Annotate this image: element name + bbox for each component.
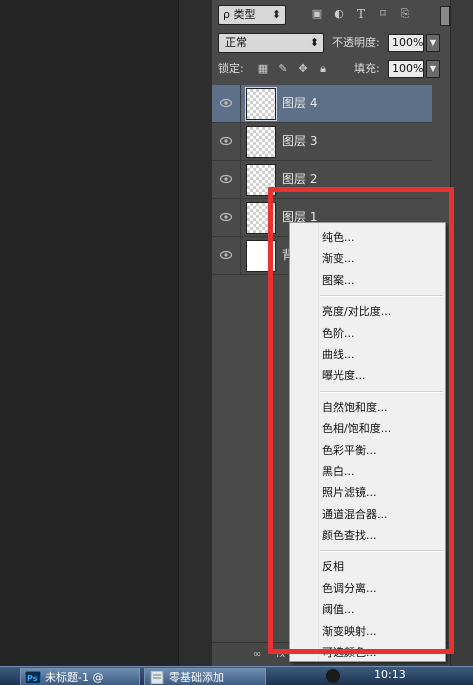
menu-group-fill: 纯色... 渐变... 图案... — [290, 227, 445, 291]
eye-icon — [220, 212, 232, 222]
layer-row[interactable]: 图层 3 — [212, 123, 432, 161]
smart-object-filter-icon[interactable]: ⎘ — [398, 7, 412, 21]
shape-filter-icon[interactable]: ⌑ — [376, 7, 390, 21]
menu-item-brightness-contrast[interactable]: 亮度/对比度... — [290, 301, 445, 322]
menu-item-black-white[interactable]: 黑白... — [290, 461, 445, 482]
lock-position-icon[interactable]: ✥ — [296, 62, 310, 76]
image-filter-icon[interactable]: ▣ — [310, 7, 324, 21]
menu-item-invert[interactable]: 反相 — [290, 556, 445, 577]
menu-item-selective-color[interactable]: 可选颜色... — [290, 642, 445, 663]
menu-item-color-lookup[interactable]: 颜色查找... — [290, 525, 445, 546]
updown-arrow-icon: ⬍ — [309, 36, 319, 49]
document-canvas[interactable] — [0, 0, 178, 666]
eye-icon — [220, 136, 232, 146]
menu-item-curves[interactable]: 曲线... — [290, 344, 445, 365]
menu-group-special: 反相 色调分离... 阈值... 渐变映射... 可选颜色... — [290, 556, 445, 663]
filter-kind-label: ρ 类型 — [223, 8, 256, 21]
panel-dock-divider — [178, 0, 213, 666]
opacity-dropdown-button[interactable]: ▼ — [426, 34, 440, 52]
visibility-toggle[interactable] — [212, 85, 241, 122]
menu-item-threshold[interactable]: 阈值... — [290, 599, 445, 620]
blend-row: 正常 ⬍ 不透明度: 100% ▼ — [218, 32, 448, 54]
menu-group-color: 自然饱和度... 色相/饱和度... 色彩平衡... 黑白... 照片滤镜...… — [290, 397, 445, 547]
layer-thumbnail — [246, 202, 276, 234]
eye-icon — [220, 174, 232, 184]
document-icon — [150, 671, 164, 684]
menu-item-hue-saturation[interactable]: 色相/饱和度... — [290, 418, 445, 439]
fx-icon[interactable]: fx — [274, 648, 288, 662]
menu-item-photo-filter[interactable]: 照片滤镜... — [290, 482, 445, 503]
menu-item-channel-mixer[interactable]: 通道混合器... — [290, 504, 445, 525]
panel-collapse-strip — [450, 0, 473, 666]
visibility-toggle[interactable] — [212, 237, 241, 274]
visibility-toggle[interactable] — [212, 199, 241, 236]
lock-label: 锁定: — [218, 62, 244, 75]
menu-item-pattern[interactable]: 图案... — [290, 270, 445, 291]
taskbar-button-label: 未标题-1 @ — [45, 671, 104, 684]
layer-name: 图层 3 — [282, 134, 318, 148]
visibility-toggle[interactable] — [212, 161, 241, 198]
layer-row[interactable]: 图层 2 — [212, 161, 432, 199]
fill-dropdown-button[interactable]: ▼ — [426, 60, 440, 78]
svg-text:Ps: Ps — [27, 674, 38, 683]
blend-mode-select[interactable]: 正常 ⬍ — [218, 33, 324, 53]
lock-transparent-icon[interactable]: ▦ — [256, 62, 270, 76]
link-layers-icon[interactable]: ∞ — [250, 648, 264, 662]
menu-separator — [320, 550, 443, 553]
eye-icon — [220, 250, 232, 260]
layer-thumbnail — [246, 164, 276, 196]
lock-row: 锁定: ▦ ✎ ✥ 🔒︎ 填充: 100% ▼ — [218, 58, 448, 80]
layer-row[interactable]: 图层 4 — [212, 85, 432, 123]
layer-thumbnail — [246, 88, 276, 120]
filter-toggle-switch[interactable] — [440, 6, 450, 26]
menu-separator — [320, 295, 443, 298]
menu-item-posterize[interactable]: 色调分离... — [290, 578, 445, 599]
filter-kind-select[interactable]: ρ 类型 ⬍ — [218, 5, 286, 25]
fill-input[interactable]: 100% — [388, 60, 424, 78]
fill-label: 填充: — [354, 62, 380, 75]
layer-name: 图层 2 — [282, 172, 318, 186]
menu-item-color-balance[interactable]: 色彩平衡... — [290, 440, 445, 461]
menu-item-solid-color[interactable]: 纯色... — [290, 227, 445, 248]
menu-item-exposure[interactable]: 曝光度... — [290, 365, 445, 386]
opacity-input[interactable]: 100% — [388, 34, 424, 52]
menu-item-levels[interactable]: 色阶... — [290, 323, 445, 344]
type-filter-icon[interactable]: T — [354, 7, 368, 21]
menu-group-tone: 亮度/对比度... 色阶... 曲线... 曝光度... — [290, 301, 445, 387]
eye-icon — [220, 98, 232, 108]
lock-all-icon[interactable]: 🔒︎ — [316, 62, 330, 76]
system-tray: 10:13 — [316, 667, 473, 685]
menu-item-vibrance[interactable]: 自然饱和度... — [290, 397, 445, 418]
layer-thumbnail — [246, 126, 276, 158]
layer-name: 图层 4 — [282, 96, 318, 110]
layer-thumbnail — [246, 240, 276, 272]
visibility-toggle[interactable] — [212, 123, 241, 160]
blend-mode-value: 正常 — [225, 36, 247, 49]
adjustment-layer-menu: 纯色... 渐变... 图案... 亮度/对比度... 色阶... 曲线... … — [289, 222, 446, 662]
menu-separator — [320, 390, 443, 393]
updown-arrow-icon: ⬍ — [271, 8, 281, 21]
lock-brush-icon[interactable]: ✎ — [276, 62, 290, 76]
menu-item-gradient[interactable]: 渐变... — [290, 248, 445, 269]
adjustment-filter-icon[interactable]: ◐ — [332, 7, 346, 21]
layer-filter-row: ρ 类型 ⬍ ▣ ◐ T ⌑ ⎘ — [218, 4, 450, 26]
photoshop-icon: Ps — [25, 671, 41, 684]
taskbar-clock[interactable]: 10:13 — [374, 667, 406, 683]
taskbar-button-photoshop[interactable]: Ps 未标题-1 @ — [20, 668, 140, 685]
taskbar-button-label: 零基础添加 — [169, 671, 224, 684]
qq-icon[interactable] — [326, 669, 340, 683]
taskbar-button-document[interactable]: 零基础添加 — [144, 668, 266, 685]
menu-item-gradient-map[interactable]: 渐变映射... — [290, 621, 445, 642]
opacity-label: 不透明度: — [332, 36, 380, 49]
windows-taskbar: Ps 未标题-1 @ 零基础添加 10:13 — [0, 666, 473, 685]
